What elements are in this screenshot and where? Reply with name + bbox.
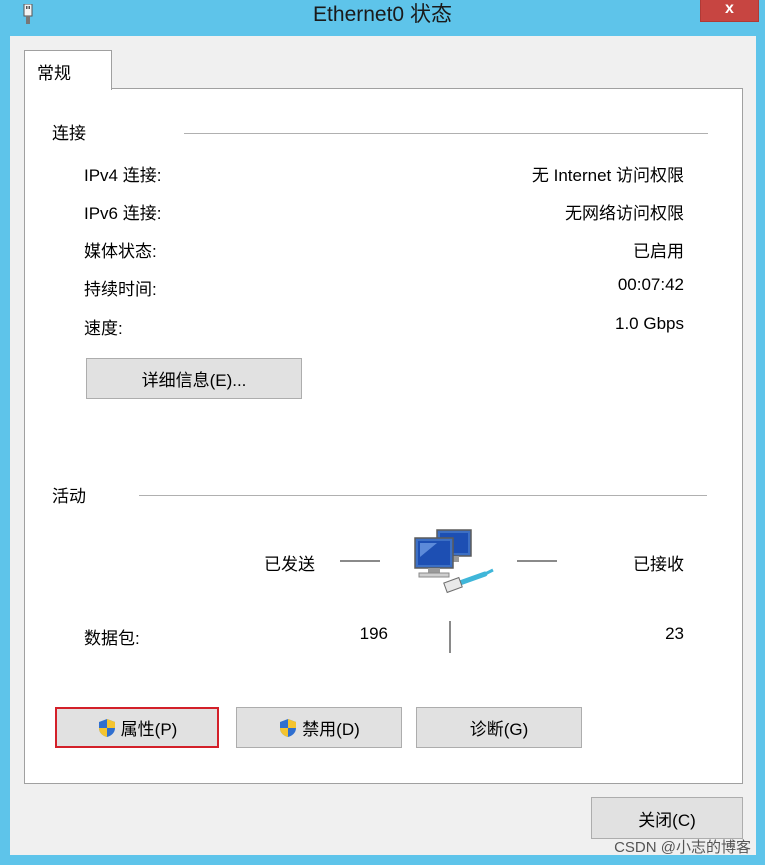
title-bar: Ethernet0 状态 x [0,0,765,32]
disable-button[interactable]: 禁用(D) [236,707,402,748]
received-label: 已接收 [633,555,684,574]
speed-value: 1.0 Gbps [615,314,684,333]
ipv4-connectivity-value: 无 Internet 访问权限 [531,166,684,185]
window-title: Ethernet0 状态 [313,3,452,26]
details-button[interactable]: 详细信息(E)... [86,358,302,399]
window-close-button[interactable]: x [700,0,759,22]
duration-value: 00:07:42 [617,275,684,294]
close-button[interactable]: 关闭(C) [591,797,743,839]
activity-section-title: 活动 [52,487,86,506]
ipv4-connectivity-label: IPv4 连接: [84,166,162,185]
packets-label: 数据包: [84,629,140,648]
disable-button-label: 禁用(D) [302,720,360,739]
sent-label: 已发送 [264,555,315,574]
tab-general-label: 常规 [37,64,71,83]
diagnose-button[interactable]: 诊断(G) [416,707,582,748]
ipv6-connectivity-value: 无网络访问权限 [565,204,684,223]
properties-button-label: 属性(P) [120,720,178,739]
dialog-body: 常规 连接 IPv4 连接: 无 Internet 访问权限 IPv6 连接: … [10,36,756,855]
packets-received-value: 23 [665,624,684,643]
sent-dash [340,560,380,562]
packets-separator [449,621,451,653]
activity-divider [139,495,707,496]
ipv6-connectivity-label: IPv6 连接: [84,204,162,223]
connection-section-title: 连接 [52,124,86,143]
properties-button[interactable]: 属性(P) [55,707,219,748]
tab-general[interactable]: 常规 [24,50,112,90]
uac-shield-icon [98,718,115,737]
received-dash [517,560,557,562]
uac-shield-icon [280,718,297,737]
speed-label: 速度: [84,319,123,338]
connection-divider [184,133,708,134]
duration-label: 持续时间: [84,280,157,299]
packets-sent-value: 196 [359,624,388,643]
media-state-label: 媒体状态: [84,242,157,261]
tab-panel: 连接 IPv4 连接: 无 Internet 访问权限 IPv6 连接: 无网络… [24,88,743,784]
media-state-value: 已启用 [633,242,684,261]
network-computers-icon [414,529,494,594]
watermark: CSDN @小志的博客 [614,839,751,856]
